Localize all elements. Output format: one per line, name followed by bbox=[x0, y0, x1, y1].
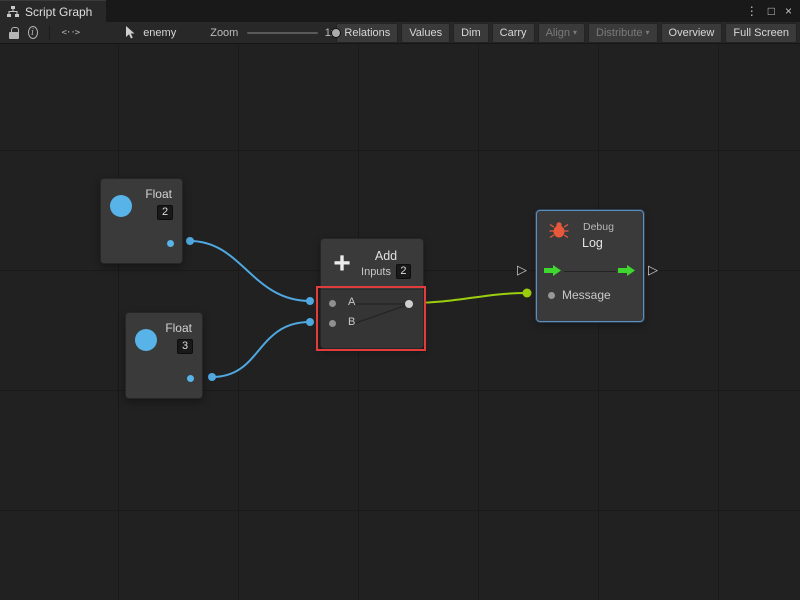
pointer-icon bbox=[125, 26, 137, 39]
wire-float2-to-add-b[interactable] bbox=[212, 322, 310, 377]
graph-toolbar: i <··> enemy Zoom 1x Relations Values Di… bbox=[0, 22, 800, 44]
toolbar-divider bbox=[49, 26, 50, 40]
distribute-label: Distribute bbox=[596, 27, 642, 39]
values-button[interactable]: Values bbox=[401, 23, 450, 43]
kebab-menu-icon[interactable]: ⋮ bbox=[746, 0, 758, 22]
inputs-label: Inputs bbox=[361, 266, 391, 278]
flow-out-triangle-icon: ▷ bbox=[648, 262, 658, 278]
zoom-slider-knob[interactable] bbox=[331, 28, 341, 38]
close-icon[interactable]: × bbox=[785, 0, 792, 22]
add-node-header: + Add Inputs 2 bbox=[321, 239, 423, 289]
align-button: Align ▾ bbox=[538, 23, 585, 43]
tab-script-graph[interactable]: Script Graph bbox=[0, 0, 106, 22]
distribute-button: Distribute ▾ bbox=[588, 23, 657, 43]
flow-relation-line bbox=[564, 271, 616, 272]
zoom-slider-track[interactable] bbox=[247, 32, 317, 34]
graph-canvas[interactable]: Float 2 Float 3 + Add Inputs 2 bbox=[0, 44, 800, 600]
dim-button[interactable]: Dim bbox=[453, 23, 489, 43]
node-title: Float bbox=[145, 187, 172, 201]
zoom-slider[interactable] bbox=[247, 26, 317, 40]
node-title: Log bbox=[582, 236, 603, 250]
chevron-down-icon: ▾ bbox=[646, 28, 650, 37]
full-screen-button[interactable]: Full Screen bbox=[725, 23, 797, 43]
message-input-port[interactable] bbox=[548, 292, 555, 299]
wire-float1-to-add-a[interactable] bbox=[190, 241, 310, 301]
wire-endpoint-dot bbox=[523, 289, 532, 298]
toolbar-buttons: Relations Values Dim Carry Align ▾ Distr… bbox=[336, 23, 800, 43]
output-port[interactable] bbox=[187, 375, 194, 382]
message-port-label: Message bbox=[562, 288, 611, 302]
bug-icon bbox=[549, 221, 569, 239]
flow-output-port[interactable] bbox=[618, 264, 636, 277]
wire-endpoint-dot bbox=[306, 318, 314, 326]
relations-button[interactable]: Relations bbox=[336, 23, 398, 43]
carry-button[interactable]: Carry bbox=[492, 23, 535, 43]
info-icon[interactable]: i bbox=[28, 26, 38, 39]
selection-rectangle bbox=[316, 286, 426, 351]
float-node-2[interactable]: Float 3 bbox=[125, 312, 203, 399]
float-type-icon bbox=[110, 195, 132, 217]
titlebar: Script Graph ⋮ □ × bbox=[0, 0, 800, 22]
node-title: Add bbox=[375, 249, 397, 263]
debug-log-node[interactable]: Debug Log Message bbox=[536, 210, 644, 322]
output-port[interactable] bbox=[167, 240, 174, 247]
align-label: Align bbox=[546, 27, 570, 39]
code-icon[interactable]: <··> bbox=[62, 28, 80, 38]
overview-button[interactable]: Overview bbox=[661, 23, 723, 43]
tab-title: Script Graph bbox=[25, 5, 92, 19]
wire-endpoint-dot bbox=[186, 237, 194, 245]
flow-in-triangle-icon: ▷ bbox=[517, 262, 527, 278]
node-title: Float bbox=[165, 321, 192, 335]
graph-name: enemy bbox=[143, 27, 176, 39]
zoom-label: Zoom bbox=[210, 27, 238, 39]
inputs-count-input[interactable]: 2 bbox=[396, 264, 411, 279]
add-icon: + bbox=[327, 249, 357, 279]
wire-endpoint-dot bbox=[208, 373, 216, 381]
chevron-down-icon: ▾ bbox=[573, 28, 577, 37]
window-controls: ⋮ □ × bbox=[746, 0, 800, 22]
maximize-icon[interactable]: □ bbox=[768, 0, 775, 22]
flow-input-port[interactable] bbox=[544, 264, 562, 277]
float-value-input[interactable]: 2 bbox=[157, 205, 173, 220]
graph-icon bbox=[7, 6, 19, 18]
wire-endpoint-dot bbox=[306, 297, 314, 305]
float-value-input[interactable]: 3 bbox=[177, 339, 193, 354]
lock-icon[interactable] bbox=[9, 27, 17, 39]
wire-add-to-log-message[interactable] bbox=[410, 293, 527, 303]
float-node-1[interactable]: Float 2 bbox=[100, 178, 183, 264]
node-category: Debug bbox=[583, 221, 614, 233]
float-type-icon bbox=[135, 329, 157, 351]
